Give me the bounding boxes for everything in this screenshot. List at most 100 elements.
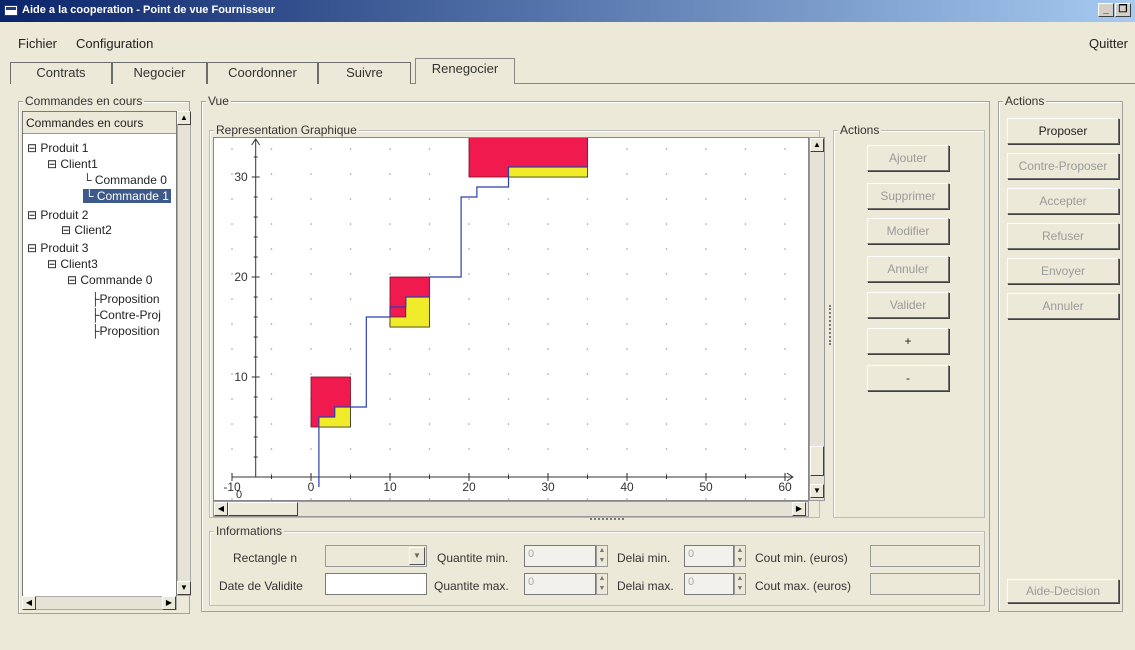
tree-item[interactable]: ├Contre-Proj — [91, 308, 161, 322]
grid-dot — [547, 498, 549, 500]
scroll-left-icon[interactable]: ◀ — [22, 596, 36, 610]
right-action-button[interactable]: Annuler — [1007, 293, 1119, 319]
vue-action-button[interactable]: Ajouter — [867, 145, 949, 171]
grid-dot — [705, 298, 707, 300]
tree-item[interactable]: ⊟ Produit 1 — [27, 141, 88, 155]
grid-dot — [705, 448, 707, 450]
tab-coordonner[interactable]: Coordonner — [207, 62, 318, 84]
date-validite-field[interactable] — [325, 573, 427, 595]
vue-actions-title: Actions — [838, 123, 882, 137]
grid-dot — [784, 423, 786, 425]
grid-dot — [349, 273, 352, 275]
right-action-button[interactable]: Envoyer — [1007, 258, 1119, 284]
grid-dot — [784, 273, 786, 275]
tree-item[interactable]: ⊟ Produit 2 — [27, 208, 88, 222]
chart-scroll-left-icon[interactable]: ◀ — [214, 502, 228, 516]
chart-scroll-down-icon[interactable]: ▼ — [810, 484, 824, 498]
delai-max-field[interactable]: 0 — [684, 573, 734, 595]
grid-dot — [626, 423, 628, 425]
grid-dot — [389, 198, 391, 200]
delai-min-field[interactable]: 0 — [684, 545, 734, 567]
grid-dot — [626, 448, 628, 450]
minimize-button[interactable]: _ — [1098, 3, 1114, 17]
grid-dot — [744, 448, 747, 450]
cout-max-field[interactable] — [870, 573, 980, 595]
vue-action-button[interactable]: + — [867, 328, 949, 354]
grid-dot — [270, 398, 273, 400]
grid-dot — [349, 498, 352, 500]
x-tick-label: 10 — [383, 480, 397, 494]
vue-action-button[interactable]: Modifier — [867, 218, 949, 244]
aide-decision-button[interactable]: Aide-Decision — [1007, 579, 1119, 603]
quantite-max-spinner[interactable]: ▲ ▼ — [596, 573, 608, 595]
tree-item[interactable]: ⊟ Produit 3 — [27, 241, 88, 255]
vue-action-button[interactable]: Annuler — [867, 256, 949, 282]
menu-fichier[interactable]: Fichier — [18, 36, 57, 51]
splitter-horizontal[interactable] — [590, 518, 624, 521]
grid-dot — [744, 498, 747, 500]
menu-configuration[interactable]: Configuration — [76, 36, 153, 51]
vue-action-button[interactable]: Valider — [867, 292, 949, 318]
tree-item[interactable]: └ Commande 0 — [83, 173, 167, 187]
quantite-min-field[interactable]: 0 — [524, 545, 596, 567]
grid-dot — [468, 273, 470, 275]
tree-header: Commandes en cours — [23, 112, 176, 134]
grid-dot — [665, 148, 668, 150]
grid-dot — [468, 398, 470, 400]
grid-dot — [507, 423, 510, 425]
chart-h-thumb[interactable] — [228, 502, 298, 516]
splitter-vertical[interactable] — [829, 305, 832, 345]
quantite-max-field[interactable]: 0 — [524, 573, 596, 595]
chart-v-scrollbar[interactable]: ▲ ▼ — [809, 137, 825, 501]
chart-canvas[interactable]: -10 0 10 20 30 40 50 60 10 20 30 0 — [213, 137, 809, 501]
right-action-button[interactable]: Accepter — [1007, 188, 1119, 214]
scroll-down-icon[interactable]: ▼ — [177, 581, 191, 595]
chart-scroll-up-icon[interactable]: ▲ — [810, 138, 824, 152]
delai-max-label: Delai max. — [617, 579, 674, 593]
cout-min-field[interactable] — [870, 545, 980, 567]
tree-item[interactable]: ⊟ Client1 — [47, 157, 98, 171]
tree-h-scrollbar[interactable]: ◀ ▶ — [22, 596, 177, 610]
grid-dot — [270, 373, 273, 375]
tab-contrats[interactable]: Contrats — [10, 62, 112, 84]
grid-dot — [507, 348, 510, 350]
tree-item[interactable]: ⊟ Commande 0 — [67, 273, 152, 287]
tree-item[interactable]: ⊟ Client2 — [61, 223, 112, 237]
delai-min-spinner[interactable]: ▲ ▼ — [734, 545, 746, 567]
right-action-button[interactable]: Contre-Proposer — [1007, 153, 1119, 179]
grid-dot — [705, 498, 707, 500]
maximize-button[interactable]: ❐ — [1115, 3, 1131, 17]
vue-action-button[interactable]: - — [867, 365, 949, 391]
vue-action-button[interactable]: Supprimer — [867, 183, 949, 209]
chart-v-thumb[interactable] — [810, 446, 824, 476]
tree-item[interactable]: └ Commande 1 — [83, 189, 171, 203]
grid-dot — [389, 148, 391, 150]
grid-dot — [626, 498, 628, 500]
rectangle-select[interactable]: ▼ — [325, 545, 427, 567]
tree-item[interactable]: ├Proposition — [91, 292, 160, 306]
grid-dot — [468, 323, 470, 325]
chart-scroll-right-icon[interactable]: ▶ — [792, 502, 806, 516]
tree-item[interactable]: ⊟ Client3 — [47, 257, 98, 271]
chart-svg[interactable]: -10 0 10 20 30 40 50 601020300 — [214, 138, 809, 501]
quantite-min-spinner[interactable]: ▲ ▼ — [596, 545, 608, 567]
commandes-tree[interactable]: Commandes en cours ⊟ Produit 1 ⊟ Client1 └… — [22, 111, 177, 608]
right-action-button[interactable]: Proposer — [1007, 118, 1119, 144]
grid-dot — [586, 198, 589, 200]
grid-dot — [547, 248, 549, 250]
right-action-button[interactable]: Refuser — [1007, 223, 1119, 249]
scroll-up-icon[interactable]: ▲ — [177, 111, 191, 125]
tree-v-scrollbar[interactable]: ▲ ▼ — [177, 111, 191, 596]
tab-renegocier[interactable]: Renegocier — [415, 58, 515, 84]
chevron-down-icon[interactable]: ▼ — [409, 547, 425, 565]
tree-item[interactable]: ├Proposition — [91, 324, 160, 338]
grid-dot — [586, 298, 589, 300]
delai-max-spinner[interactable]: ▲ ▼ — [734, 573, 746, 595]
scroll-right-icon[interactable]: ▶ — [162, 596, 176, 610]
grid-dot — [784, 298, 786, 300]
menu-quitter[interactable]: Quitter — [1089, 36, 1128, 51]
menu-bar: Fichier Configuration Quitter — [0, 32, 1135, 54]
tab-negocier[interactable]: Negocier — [112, 62, 207, 84]
tab-suivre[interactable]: Suivre — [318, 62, 411, 84]
chart-h-scrollbar[interactable]: ◀ ▶ — [213, 501, 809, 517]
